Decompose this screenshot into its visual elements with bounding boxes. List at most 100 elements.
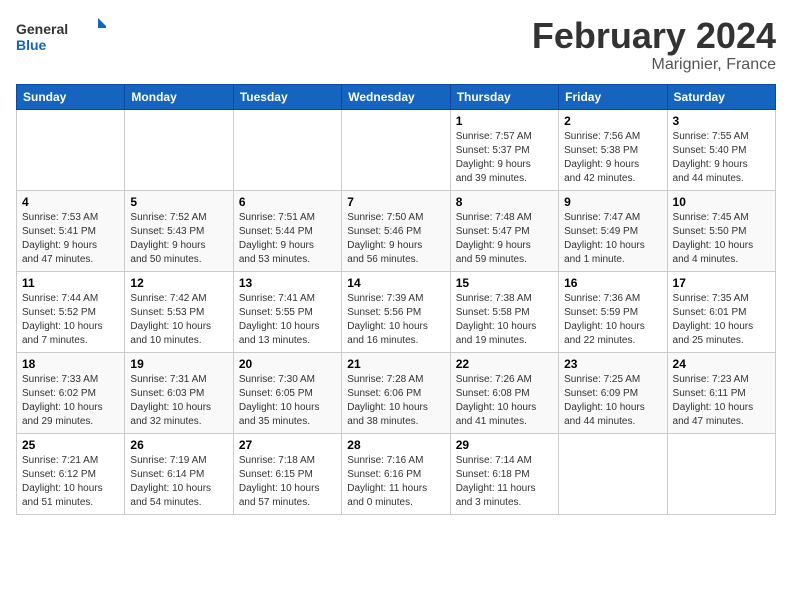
- day-number: 23: [564, 357, 661, 371]
- day-number: 2: [564, 114, 661, 128]
- week-row-1: 1 Sunrise: 7:57 AM Sunset: 5:37 PM Daylig…: [17, 109, 776, 190]
- day-number: 1: [456, 114, 553, 128]
- day-number: 12: [130, 276, 227, 290]
- day-info: Sunrise: 7:53 AM Sunset: 5:41 PM Dayligh…: [22, 211, 119, 267]
- calendar-cell: 11 Sunrise: 7:44 AM Sunset: 5:52 PM Dayli…: [17, 271, 125, 352]
- day-number: 3: [673, 114, 770, 128]
- day-info: Sunrise: 7:50 AM Sunset: 5:46 PM Dayligh…: [347, 211, 444, 267]
- calendar-cell: 28 Sunrise: 7:16 AM Sunset: 6:16 PM Dayli…: [342, 433, 450, 514]
- calendar-cell: 23 Sunrise: 7:25 AM Sunset: 6:09 PM Dayli…: [559, 352, 667, 433]
- calendar-cell: 14 Sunrise: 7:39 AM Sunset: 5:56 PM Dayli…: [342, 271, 450, 352]
- calendar-cell: 25 Sunrise: 7:21 AM Sunset: 6:12 PM Dayli…: [17, 433, 125, 514]
- day-number: 27: [239, 438, 336, 452]
- calendar-cell: 9 Sunrise: 7:47 AM Sunset: 5:49 PM Daylig…: [559, 190, 667, 271]
- week-row-3: 11 Sunrise: 7:44 AM Sunset: 5:52 PM Dayli…: [17, 271, 776, 352]
- day-number: 25: [22, 438, 119, 452]
- day-number: 15: [456, 276, 553, 290]
- header-wednesday: Wednesday: [342, 84, 450, 109]
- header-monday: Monday: [125, 84, 233, 109]
- day-info: Sunrise: 7:44 AM Sunset: 5:52 PM Dayligh…: [22, 292, 119, 348]
- day-info: Sunrise: 7:14 AM Sunset: 6:18 PM Dayligh…: [456, 454, 553, 510]
- day-info: Sunrise: 7:39 AM Sunset: 5:56 PM Dayligh…: [347, 292, 444, 348]
- calendar-cell: 7 Sunrise: 7:50 AM Sunset: 5:46 PM Daylig…: [342, 190, 450, 271]
- day-number: 22: [456, 357, 553, 371]
- day-info: Sunrise: 7:57 AM Sunset: 5:37 PM Dayligh…: [456, 130, 553, 186]
- calendar-cell: 10Sunrise: 7:45 AM Sunset: 5:50 PM Dayli…: [667, 190, 775, 271]
- day-info: Sunrise: 7:16 AM Sunset: 6:16 PM Dayligh…: [347, 454, 444, 510]
- day-number: 26: [130, 438, 227, 452]
- day-number: 9: [564, 195, 661, 209]
- calendar-table: Sunday Monday Tuesday Wednesday Thursday…: [16, 84, 776, 515]
- calendar-cell: 1 Sunrise: 7:57 AM Sunset: 5:37 PM Daylig…: [450, 109, 558, 190]
- calendar-cell: 19 Sunrise: 7:31 AM Sunset: 6:03 PM Dayli…: [125, 352, 233, 433]
- day-info: Sunrise: 7:33 AM Sunset: 6:02 PM Dayligh…: [22, 373, 119, 429]
- week-row-2: 4 Sunrise: 7:53 AM Sunset: 5:41 PM Daylig…: [17, 190, 776, 271]
- day-number: 28: [347, 438, 444, 452]
- day-info: Sunrise: 7:35 AM Sunset: 6:01 PM Dayligh…: [673, 292, 770, 348]
- title-area: February 2024 Marignier, France: [532, 16, 776, 74]
- calendar-cell: 27Sunrise: 7:18 AM Sunset: 6:15 PM Dayli…: [233, 433, 341, 514]
- day-number: 29: [456, 438, 553, 452]
- day-number: 7: [347, 195, 444, 209]
- day-info: Sunrise: 7:31 AM Sunset: 6:03 PM Dayligh…: [130, 373, 227, 429]
- logo: General Blue: [16, 16, 106, 56]
- day-number: 16: [564, 276, 661, 290]
- calendar-cell: 2 Sunrise: 7:56 AM Sunset: 5:38 PM Daylig…: [559, 109, 667, 190]
- header-friday: Friday: [559, 84, 667, 109]
- day-info: Sunrise: 7:25 AM Sunset: 6:09 PM Dayligh…: [564, 373, 661, 429]
- calendar-cell: 16 Sunrise: 7:36 AM Sunset: 5:59 PM Dayli…: [559, 271, 667, 352]
- calendar-cell: 12Sunrise: 7:42 AM Sunset: 5:53 PM Dayli…: [125, 271, 233, 352]
- day-number: 24: [673, 357, 770, 371]
- day-number: 5: [130, 195, 227, 209]
- logo-icon: General Blue: [16, 16, 106, 56]
- day-number: 18: [22, 357, 119, 371]
- day-number: 17: [673, 276, 770, 290]
- calendar-cell: 26Sunrise: 7:19 AM Sunset: 6:14 PM Dayli…: [125, 433, 233, 514]
- header-tuesday: Tuesday: [233, 84, 341, 109]
- day-info: Sunrise: 7:21 AM Sunset: 6:12 PM Dayligh…: [22, 454, 119, 510]
- calendar-cell: 5 Sunrise: 7:52 AM Sunset: 5:43 PM Daylig…: [125, 190, 233, 271]
- header-saturday: Saturday: [667, 84, 775, 109]
- header-row: Sunday Monday Tuesday Wednesday Thursday…: [17, 84, 776, 109]
- day-info: Sunrise: 7:36 AM Sunset: 5:59 PM Dayligh…: [564, 292, 661, 348]
- calendar-cell: [17, 109, 125, 190]
- calendar-cell: 21Sunrise: 7:28 AM Sunset: 6:06 PM Dayli…: [342, 352, 450, 433]
- day-info: Sunrise: 7:56 AM Sunset: 5:38 PM Dayligh…: [564, 130, 661, 186]
- day-number: 8: [456, 195, 553, 209]
- day-info: Sunrise: 7:28 AM Sunset: 6:06 PM Dayligh…: [347, 373, 444, 429]
- day-number: 4: [22, 195, 119, 209]
- calendar-cell: [559, 433, 667, 514]
- calendar-cell: 4 Sunrise: 7:53 AM Sunset: 5:41 PM Daylig…: [17, 190, 125, 271]
- day-number: 19: [130, 357, 227, 371]
- calendar-cell: [342, 109, 450, 190]
- day-info: Sunrise: 7:51 AM Sunset: 5:44 PM Dayligh…: [239, 211, 336, 267]
- day-info: Sunrise: 7:41 AM Sunset: 5:55 PM Dayligh…: [239, 292, 336, 348]
- day-info: Sunrise: 7:55 AM Sunset: 5:40 PM Dayligh…: [673, 130, 770, 186]
- day-info: Sunrise: 7:52 AM Sunset: 5:43 PM Dayligh…: [130, 211, 227, 267]
- calendar-title: February 2024: [532, 16, 776, 56]
- day-info: Sunrise: 7:30 AM Sunset: 6:05 PM Dayligh…: [239, 373, 336, 429]
- calendar-cell: 17 Sunrise: 7:35 AM Sunset: 6:01 PM Dayli…: [667, 271, 775, 352]
- day-info: Sunrise: 7:26 AM Sunset: 6:08 PM Dayligh…: [456, 373, 553, 429]
- calendar-cell: 24 Sunrise: 7:23 AM Sunset: 6:11 PM Dayli…: [667, 352, 775, 433]
- day-info: Sunrise: 7:38 AM Sunset: 5:58 PM Dayligh…: [456, 292, 553, 348]
- day-number: 14: [347, 276, 444, 290]
- week-row-5: 25 Sunrise: 7:21 AM Sunset: 6:12 PM Dayli…: [17, 433, 776, 514]
- calendar-cell: [125, 109, 233, 190]
- day-number: 13: [239, 276, 336, 290]
- day-number: 6: [239, 195, 336, 209]
- page-header: General Blue February 2024 Marignier, Fr…: [16, 16, 776, 74]
- day-info: Sunrise: 7:23 AM Sunset: 6:11 PM Dayligh…: [673, 373, 770, 429]
- day-number: 11: [22, 276, 119, 290]
- calendar-cell: 20 Sunrise: 7:30 AM Sunset: 6:05 PM Dayli…: [233, 352, 341, 433]
- day-info: Sunrise: 7:48 AM Sunset: 5:47 PM Dayligh…: [456, 211, 553, 267]
- calendar-cell: [233, 109, 341, 190]
- day-info: Sunrise: 7:47 AM Sunset: 5:49 PM Dayligh…: [564, 211, 661, 267]
- calendar-cell: 22 Sunrise: 7:26 AM Sunset: 6:08 PM Dayli…: [450, 352, 558, 433]
- calendar-cell: [667, 433, 775, 514]
- calendar-cell: 18 Sunrise: 7:33 AM Sunset: 6:02 PM Dayli…: [17, 352, 125, 433]
- calendar-subtitle: Marignier, France: [532, 56, 776, 74]
- calendar-cell: 15 Sunrise: 7:38 AM Sunset: 5:58 PM Dayli…: [450, 271, 558, 352]
- day-info: Sunrise: 7:45 AM Sunset: 5:50 PM Dayligh…: [673, 211, 770, 267]
- day-number: 20: [239, 357, 336, 371]
